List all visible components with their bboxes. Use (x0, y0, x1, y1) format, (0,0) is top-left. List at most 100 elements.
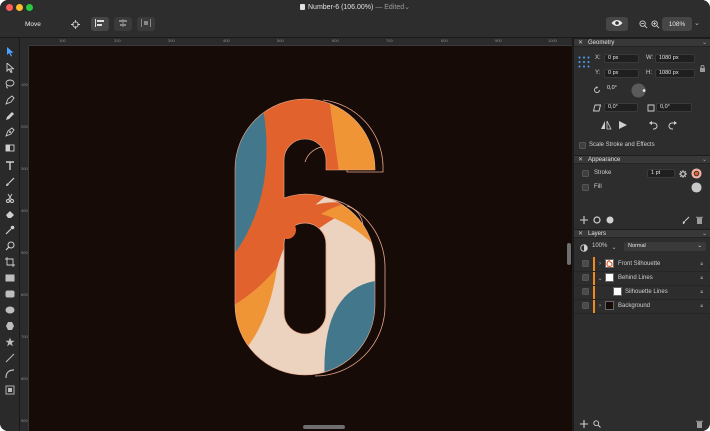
shear-field[interactable]: 0,0° (604, 103, 638, 112)
layers-panel-header[interactable]: ✕ Layers ⌄ (574, 229, 710, 238)
flip-horizontal-icon[interactable] (600, 120, 612, 130)
appearance-panel-header[interactable]: ✕ Appearance ⌄ (574, 155, 710, 164)
stroke-color-swatch[interactable] (690, 167, 702, 179)
brush-tool-icon[interactable] (3, 176, 17, 188)
trash-icon[interactable] (695, 215, 704, 224)
scissors-tool-icon[interactable] (3, 192, 17, 204)
line-tool-icon[interactable] (3, 352, 17, 364)
vector-brush-tool-icon[interactable] (3, 126, 17, 138)
view-mode-button[interactable] (606, 17, 628, 31)
lock-icon[interactable]: 🔒︎ (700, 261, 703, 267)
align-center-button[interactable] (114, 17, 132, 31)
lock-icon[interactable]: 🔒︎ (700, 289, 703, 295)
artboard-tool-icon[interactable] (3, 384, 17, 396)
polygon-tool-icon[interactable] (3, 320, 17, 332)
distribute-button[interactable] (137, 17, 155, 31)
skew-field[interactable]: 0,0° (656, 103, 692, 112)
text-tool-icon[interactable] (3, 160, 17, 172)
eraser-tool-icon[interactable] (3, 208, 17, 220)
chevron-right-icon[interactable]: › (597, 260, 603, 268)
rotate-right-icon[interactable] (668, 120, 678, 130)
horizontal-scrollbar[interactable] (303, 425, 345, 429)
pen-tool-icon[interactable] (3, 94, 17, 106)
star-tool-icon[interactable] (3, 336, 17, 348)
move-tool-icon[interactable] (3, 46, 17, 58)
vertical-ruler[interactable]: 100 200 300 400 500 600 700 800 900 (20, 46, 29, 431)
x-field[interactable]: 0 px (604, 54, 639, 63)
add-fill-icon[interactable] (605, 215, 614, 224)
crop-tool-icon[interactable] (3, 256, 17, 268)
trash-icon[interactable] (695, 419, 704, 428)
layer-row[interactable]: › Front Silhouette 🔒︎ (574, 257, 710, 271)
height-field[interactable]: 1080 px (655, 69, 695, 78)
chevron-down-icon[interactable]: ⌄ (597, 274, 603, 282)
crosshair-icon[interactable] (70, 19, 80, 29)
rounded-rectangle-tool-icon[interactable] (3, 288, 17, 300)
close-icon[interactable]: ✕ (578, 230, 583, 237)
rotation-field[interactable]: 0,0° (604, 85, 626, 94)
geometry-panel-header[interactable]: ✕ Geometry ⌄ (574, 38, 710, 47)
zoom-tool-icon[interactable] (3, 240, 17, 252)
fill-tool-icon[interactable] (3, 142, 17, 154)
chevron-down-icon[interactable]: ⌄ (702, 230, 707, 237)
lock-icon[interactable]: 🔒︎ (700, 303, 703, 309)
stroke-width-field[interactable]: 1 pt (647, 169, 675, 178)
zoom-out-icon[interactable] (638, 19, 648, 29)
pencil-tool-icon[interactable] (3, 110, 17, 122)
fill-visibility-checkbox[interactable] (582, 184, 589, 191)
node-tool-icon[interactable] (3, 62, 17, 74)
stroke-visibility-checkbox[interactable] (582, 170, 589, 177)
eye-icon (611, 19, 623, 29)
rectangle-tool-icon[interactable] (3, 272, 17, 284)
align-left-button[interactable] (91, 17, 109, 31)
layer-row[interactable]: › Background 🔒︎ (574, 299, 710, 313)
fill-color-swatch[interactable] (690, 181, 702, 193)
gear-icon[interactable] (678, 169, 687, 178)
chevron-down-icon[interactable]: ⌄ (702, 39, 707, 46)
number-six-artwork[interactable] (29, 46, 572, 431)
eyedropper-tool-icon[interactable] (3, 224, 17, 236)
anchor-grid-icon[interactable] (578, 56, 590, 68)
edited-status[interactable]: Edited (384, 4, 404, 11)
blend-mode-select[interactable]: Normal ⌄ (624, 242, 706, 251)
layer-visibility-checkbox[interactable] (582, 302, 589, 309)
layer-thumbnail (605, 259, 614, 268)
layer-row[interactable]: ⌄ Behind Lines 🔒︎ (574, 271, 710, 285)
chevron-down-icon[interactable]: ⌄ (702, 156, 707, 163)
ellipse-tool-icon[interactable] (3, 304, 17, 316)
scale-stroke-checkbox[interactable] (579, 142, 586, 149)
geometry-title: Geometry (588, 40, 615, 46)
layer-row[interactable]: Silhouette Lines 🔒︎ (574, 285, 710, 299)
close-icon[interactable]: ✕ (578, 156, 583, 163)
y-field[interactable]: 0 px (604, 69, 639, 78)
chevron-down-icon[interactable]: ⌄ (404, 4, 410, 11)
opacity-chevron-icon[interactable]: ⌄ (610, 243, 618, 251)
vertical-scrollbar[interactable] (567, 243, 571, 265)
add-stroke-icon[interactable] (592, 215, 601, 224)
zoom-in-icon[interactable] (650, 19, 660, 29)
opacity-value[interactable]: 100% (592, 243, 607, 249)
layer-visibility-checkbox[interactable] (582, 288, 589, 295)
zoom-menu-chevron-icon[interactable]: ⌄ (694, 20, 702, 28)
add-icon[interactable] (579, 215, 588, 224)
zoom-level-field[interactable]: 108% (662, 17, 692, 31)
flip-vertical-icon[interactable] (618, 120, 628, 130)
search-icon[interactable] (592, 419, 601, 428)
arc-tool-icon[interactable] (3, 368, 17, 380)
canvas[interactable] (29, 46, 572, 431)
rotate-left-icon[interactable] (648, 120, 658, 130)
chevron-right-icon[interactable]: › (597, 302, 603, 310)
width-field[interactable]: 1080 px (655, 54, 695, 63)
layer-visibility-checkbox[interactable] (582, 260, 589, 267)
align-center-icon (118, 19, 128, 29)
ruler-label: 800 (441, 38, 448, 43)
add-layer-icon[interactable] (579, 419, 588, 428)
rotation-dial[interactable] (630, 82, 646, 98)
close-icon[interactable]: ✕ (578, 39, 583, 46)
lock-icon[interactable]: 🔒︎ (700, 275, 703, 281)
lasso-tool-icon[interactable] (3, 78, 17, 90)
brush-icon[interactable] (681, 215, 690, 224)
horizontal-ruler[interactable]: 100 200 300 400 500 600 700 800 900 1000 (29, 38, 572, 46)
layer-visibility-checkbox[interactable] (582, 274, 589, 281)
lock-ratio-icon[interactable] (698, 64, 706, 72)
